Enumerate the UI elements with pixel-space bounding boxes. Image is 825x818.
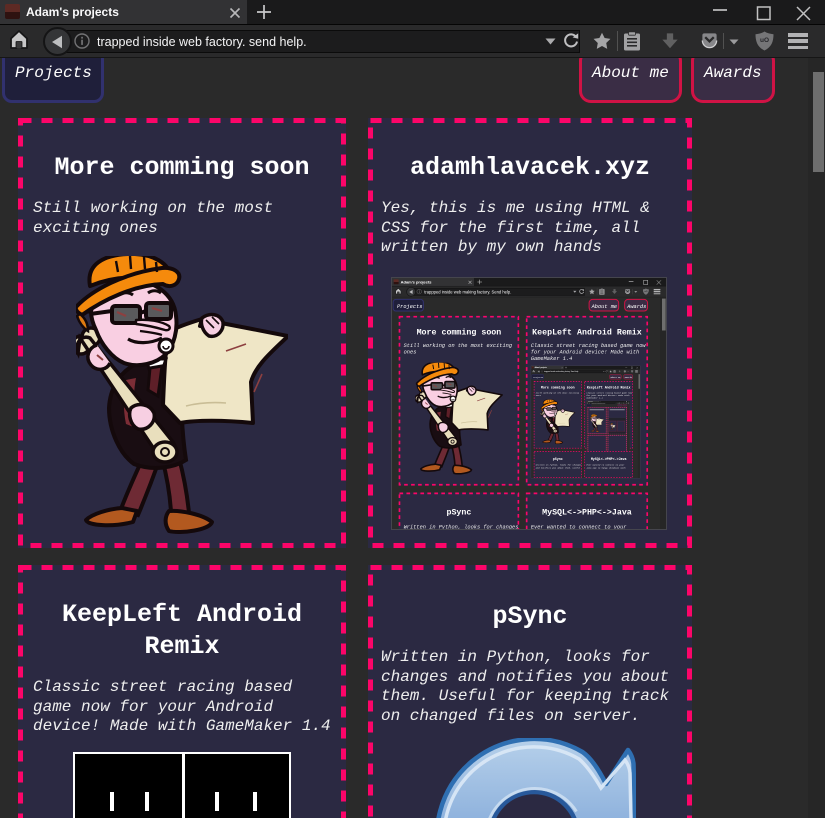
svg-text:uO: uO bbox=[644, 291, 647, 293]
svg-text:uO: uO bbox=[760, 37, 769, 44]
